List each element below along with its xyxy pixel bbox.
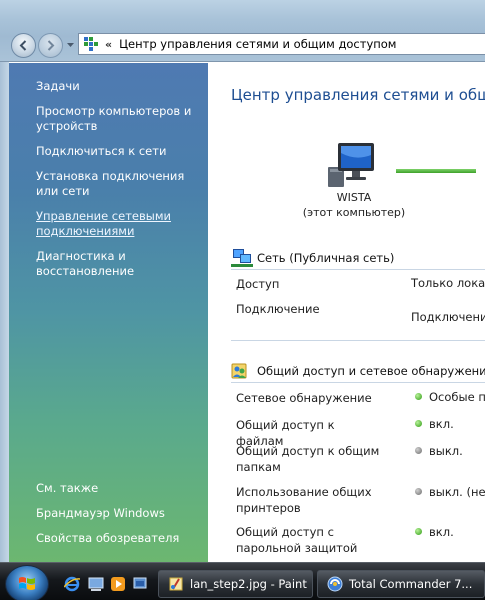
window-toolbar: « Центр управления сетями и общим доступ… [0, 0, 485, 62]
password-sharing-label: Общий доступ с парольной защитой [236, 525, 358, 555]
access-value: Только локальная сеть [411, 276, 485, 290]
ie-icon[interactable] [64, 576, 80, 592]
printer-sharing-value: выкл. (нет принтеров) [415, 485, 485, 499]
taskbar-button-label: lan_step2.jpg - Paint [190, 577, 307, 591]
windows-logo-icon [19, 577, 35, 590]
task-link-diagnose-repair[interactable]: Диагностика и восстановление [36, 249, 201, 279]
address-bar[interactable]: « Центр управления сетями и общим доступ… [78, 33, 485, 55]
task-link-setup-connection[interactable]: Установка подключения или сети [36, 169, 201, 199]
show-desktop-icon[interactable] [88, 576, 104, 592]
start-button[interactable] [5, 565, 49, 600]
network-discovery-value: Особые параметры [415, 390, 485, 404]
file-sharing-value: вкл. [415, 417, 454, 431]
main-content: Центр управления сетями и общим доступом… [208, 63, 485, 562]
see-also-link-internet-options[interactable]: Свойства обозревателя [36, 531, 201, 546]
sharing-section-title: Общий доступ и сетевое обнаружение [257, 364, 485, 378]
status-off-icon [415, 488, 422, 495]
computer-subtitle: (этот компьютер) [302, 206, 406, 219]
printer-sharing-label: Использование общих принтеров [236, 485, 372, 515]
status-on-icon [415, 528, 422, 535]
breadcrumb-overflow-chevron[interactable]: « [105, 38, 112, 51]
network-center-icon [84, 37, 98, 51]
back-button[interactable] [11, 33, 36, 58]
divider [231, 269, 485, 270]
page-title: Центр управления сетями и общим доступом [231, 86, 485, 104]
switch-windows-icon[interactable] [132, 576, 148, 592]
connection-label: Подключение [236, 302, 320, 316]
taskbar-button-label: Total Commander 7... [349, 577, 473, 591]
sharing-section-header: Общий доступ и сетевое обнаружение [231, 361, 485, 381]
computer-icon[interactable] [326, 141, 376, 189]
task-pane: Задачи Просмотр компьютеров и устройств … [9, 63, 208, 562]
paint-icon [169, 577, 183, 591]
network-icon [231, 249, 253, 267]
task-link-manage-connections[interactable]: Управление сетевыми подключениями [36, 209, 201, 239]
password-sharing-value: вкл. [415, 525, 454, 539]
sharing-icon [231, 363, 247, 379]
public-folder-sharing-label: Общий доступ к общим папкам [236, 444, 380, 474]
access-label: Доступ [236, 277, 280, 291]
taskbar-button-total-commander[interactable]: Total Commander 7... [317, 570, 485, 598]
arrow-right-icon [47, 40, 55, 51]
task-link-connect-to-network[interactable]: Подключиться к сети [36, 144, 201, 159]
forward-button[interactable] [38, 33, 63, 58]
network-discovery-label: Сетевое обнаружение [236, 391, 372, 405]
divider [231, 340, 485, 341]
tasks-header: Задачи [36, 79, 80, 93]
status-on-icon [415, 420, 422, 427]
media-player-icon[interactable] [110, 576, 126, 592]
breadcrumb-path[interactable]: Центр управления сетями и общим доступом [119, 37, 396, 51]
network-section-header: Сеть (Публичная сеть) [231, 248, 394, 268]
status-off-icon [415, 447, 422, 454]
network-section-title: Сеть (Публичная сеть) [257, 251, 395, 265]
connection-value[interactable]: Подключение по локальной сети [411, 310, 485, 324]
window-frame-left [0, 62, 9, 562]
taskbar: lan_step2.jpg - Paint Total Commander 7.… [0, 562, 485, 600]
recent-pages-dropdown[interactable] [66, 40, 75, 49]
total-commander-icon [327, 576, 343, 592]
computer-name: WISTA [336, 191, 372, 204]
taskbar-button-paint[interactable]: lan_step2.jpg - Paint [158, 570, 313, 598]
arrow-left-icon [19, 40, 27, 51]
public-folder-sharing-value: выкл. [415, 444, 463, 458]
divider [231, 382, 485, 383]
status-on-icon [415, 393, 422, 400]
see-also-link-firewall[interactable]: Брандмауэр Windows [36, 506, 201, 521]
task-link-view-computers[interactable]: Просмотр компьютеров и устройств [36, 104, 201, 134]
network-link-line [396, 169, 476, 173]
see-also-header: См. также [36, 481, 99, 495]
